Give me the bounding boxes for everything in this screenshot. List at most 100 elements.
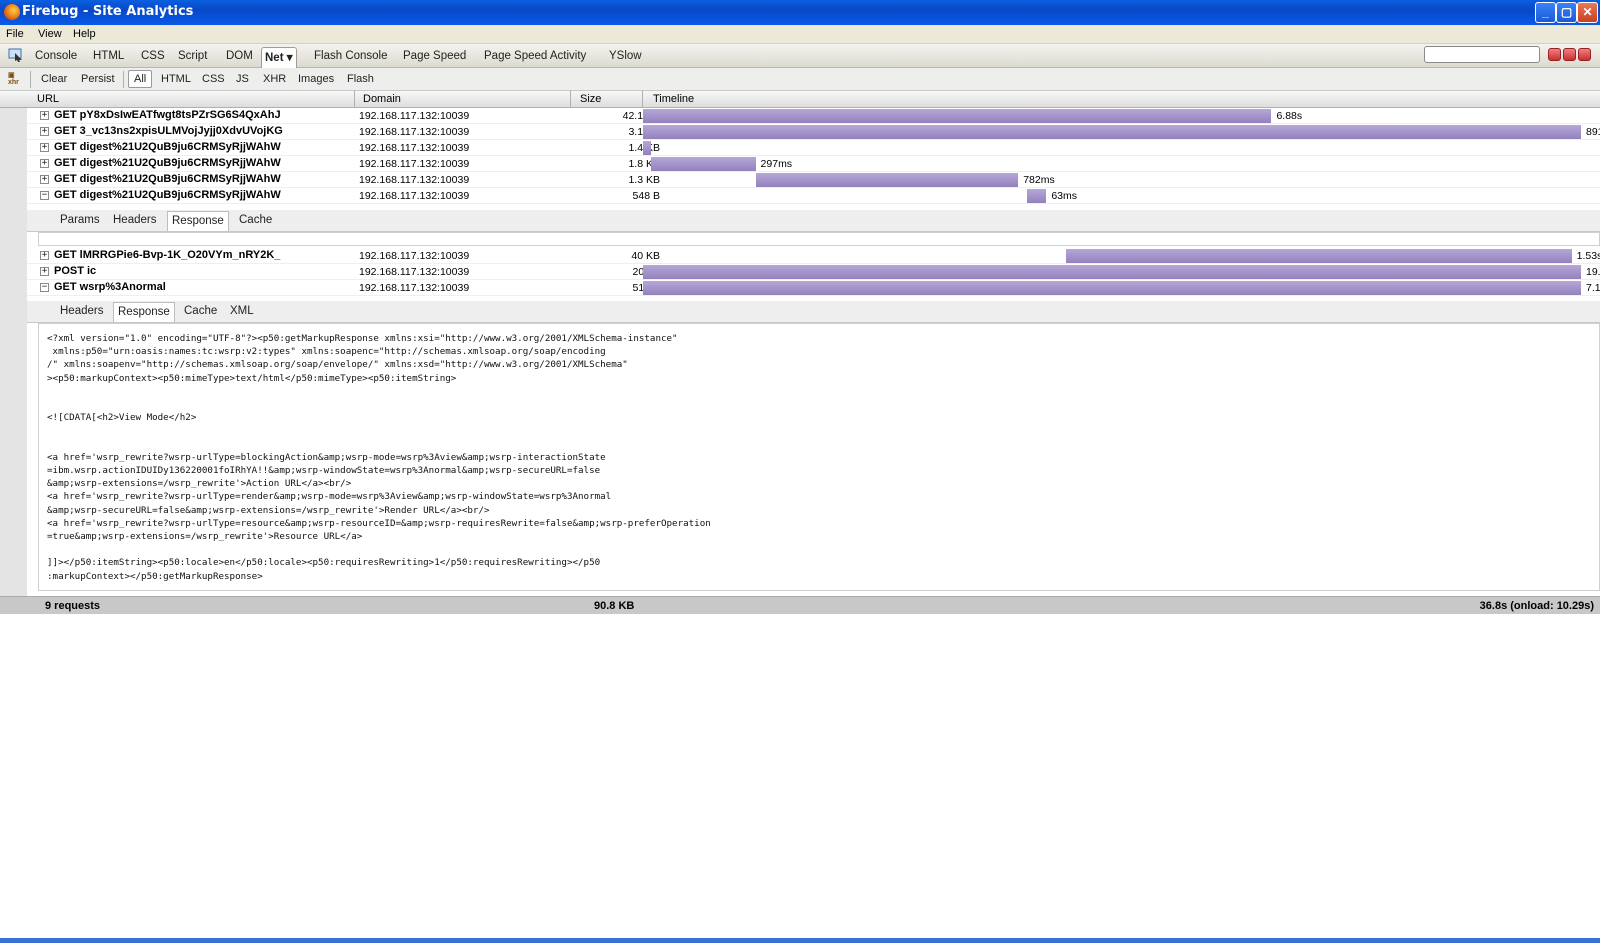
request-row[interactable]: + GET lMRRGPie6-Bvp-1K_O20VYm_nRY2K_ 192.1… — [27, 248, 1600, 264]
menu-view[interactable]: View — [38, 28, 62, 40]
tab-html[interactable]: HTML — [90, 48, 127, 66]
request-domain: 192.168.117.132:10039 — [359, 142, 470, 154]
firebug-search-input[interactable] — [1424, 46, 1540, 63]
tab-console[interactable]: Console — [32, 48, 80, 66]
timeline-bar[interactable] — [643, 125, 1581, 139]
menu-bar: File View Help — [0, 25, 1600, 44]
timeline-bar[interactable] — [643, 281, 1581, 295]
request-row[interactable]: + GET digest%21U2QuB9ju6CRMSyRjjWAhW 192.1… — [27, 140, 1600, 156]
tab-page-speed-activity[interactable]: Page Speed Activity — [481, 48, 589, 66]
timeline-bar[interactable] — [755, 173, 1019, 187]
tab-headers[interactable]: Headers — [60, 305, 103, 317]
net-table-header: URL Domain Size Timeline — [0, 91, 1600, 108]
request-url: GET lMRRGPie6-Bvp-1K_O20VYm_nRY2K_ — [54, 249, 281, 261]
menu-help[interactable]: Help — [73, 28, 96, 40]
filter-images[interactable]: Images — [295, 72, 337, 86]
request-row[interactable]: +POST ic192.168.117.132:10039201 B19.06s — [27, 264, 1600, 280]
timeline-duration: 1.53s — [1576, 250, 1600, 262]
expand-toggle[interactable]: + — [40, 127, 49, 136]
request-row[interactable]: + GET pY8xDsIwEATfwgt8tsPZrSG6S4QxAhJ 192.… — [27, 108, 1600, 124]
column-size[interactable]: Size — [580, 93, 601, 105]
request-row[interactable]: + GET digest%21U2QuB9ju6CRMSyRjjWAhW 192.1… — [27, 172, 1600, 188]
filter-all[interactable]: All — [128, 70, 153, 88]
inspect-icon[interactable] — [8, 48, 24, 62]
expand-toggle[interactable]: + — [40, 159, 49, 168]
filter-js[interactable]: JS — [233, 72, 252, 86]
filter-css[interactable]: CSS — [199, 72, 228, 86]
expand-toggle[interactable]: + — [40, 175, 49, 184]
request-domain: 192.168.117.132:10039 — [359, 126, 470, 138]
minimize-firebug-button[interactable] — [1548, 48, 1561, 61]
timeline-bar[interactable] — [1066, 249, 1572, 263]
detach-firebug-button[interactable] — [1563, 48, 1576, 61]
menu-file[interactable]: File — [6, 28, 24, 40]
timeline-duration: 19.06s — [1586, 266, 1600, 278]
column-divider[interactable] — [570, 91, 571, 108]
filter-xhr[interactable]: XHR — [260, 72, 289, 86]
tab-response[interactable]: Response — [113, 302, 175, 322]
minimize-button[interactable]: _ — [1535, 2, 1556, 23]
timeline-bar[interactable] — [1026, 189, 1047, 203]
expand-toggle[interactable]: + — [40, 143, 49, 152]
tab-response[interactable]: Response — [167, 211, 229, 231]
tab-flash-console[interactable]: Flash Console — [311, 48, 391, 66]
collapse-toggle[interactable]: − — [40, 283, 49, 292]
timeline-bar[interactable] — [651, 157, 756, 171]
tab-css[interactable]: CSS — [138, 48, 168, 66]
request-url: GET wsrp%3Anormal — [54, 281, 166, 293]
request-url: GET pY8xDsIwEATfwgt8tsPZrSG6S4QxAhJ — [54, 109, 281, 121]
request-detail-tabs: Params Headers Response Cache — [27, 210, 1600, 232]
column-divider[interactable] — [354, 91, 355, 108]
tab-params[interactable]: Params — [60, 214, 100, 226]
tab-cache[interactable]: Cache — [184, 305, 217, 317]
response-body-empty — [38, 232, 1600, 246]
timeline-duration: 297ms — [760, 158, 793, 170]
total-size: 90.8 KB — [594, 600, 635, 612]
filter-html[interactable]: HTML — [158, 72, 194, 86]
timeline-bar[interactable] — [643, 109, 1272, 123]
request-row[interactable]: − GET wsrp%3Anormal 192.168.117.132:10039 5… — [27, 280, 1600, 296]
tab-headers[interactable]: Headers — [113, 214, 156, 226]
request-url: GET digest%21U2QuB9ju6CRMSyRjjWAhW — [54, 173, 281, 185]
tab-yslow[interactable]: YSlow — [606, 48, 645, 66]
close-firebug-button[interactable] — [1578, 48, 1591, 61]
request-domain: 192.168.117.132:10039 — [359, 190, 470, 202]
request-domain: 192.168.117.132:10039 — [359, 110, 470, 122]
close-button[interactable]: ✕ — [1577, 2, 1598, 23]
column-timeline[interactable]: Timeline — [653, 93, 694, 105]
tab-cache[interactable]: Cache — [239, 214, 272, 226]
timeline-bar[interactable] — [643, 141, 651, 155]
expand-toggle[interactable]: + — [40, 111, 49, 120]
timeline-bar[interactable] — [643, 265, 1581, 279]
tab-dom[interactable]: DOM — [223, 48, 256, 66]
collapse-toggle[interactable]: − — [40, 191, 49, 200]
filter-flash[interactable]: Flash — [344, 72, 377, 86]
column-divider[interactable] — [642, 91, 643, 108]
window-titlebar: Firebug - Site Analytics _ ▢ ✕ — [0, 0, 1600, 25]
request-detail-tabs: Headers Response Cache XML — [27, 301, 1600, 323]
clear-button[interactable]: Clear — [38, 72, 70, 86]
request-domain: 192.168.117.132:10039 — [359, 174, 470, 186]
window-title: Firebug - Site Analytics — [22, 4, 194, 19]
toolbar-separator — [30, 71, 31, 88]
tab-xml[interactable]: XML — [230, 305, 254, 317]
persist-button[interactable]: Persist — [78, 72, 118, 86]
column-domain[interactable]: Domain — [363, 93, 401, 105]
tab-script[interactable]: Script — [175, 48, 210, 66]
maximize-button[interactable]: ▢ — [1556, 2, 1577, 23]
tab-net[interactable]: Net ▾ — [261, 47, 297, 68]
request-row[interactable]: + GET digest%21U2QuB9ju6CRMSyRjjWAhW 192.1… — [27, 156, 1600, 172]
request-url: GET 3_vc13ns2xpisULMVojJyjj0XdvUVojKG — [54, 125, 283, 137]
timeline-duration: 782ms — [1023, 174, 1055, 186]
column-url[interactable]: URL — [37, 93, 59, 105]
request-domain: 192.168.117.132:10039 — [359, 266, 470, 278]
request-size: 1.8 KB — [628, 158, 660, 170]
request-domain: 192.168.117.132:10039 — [359, 250, 470, 262]
response-text: <?xml version="1.0" encoding="UTF-8"?><p… — [47, 333, 711, 582]
request-row[interactable]: − GET digest%21U2QuB9ju6CRMSyRjjWAhW 192.1… — [27, 188, 1600, 204]
expand-toggle[interactable]: + — [40, 267, 49, 276]
tab-page-speed[interactable]: Page Speed — [400, 48, 469, 66]
request-row[interactable]: + GET 3_vc13ns2xpisULMVojJyjj0XdvUVojKG 19… — [27, 124, 1600, 140]
expand-toggle[interactable]: + — [40, 251, 49, 260]
request-count: 9 requests — [45, 600, 101, 612]
